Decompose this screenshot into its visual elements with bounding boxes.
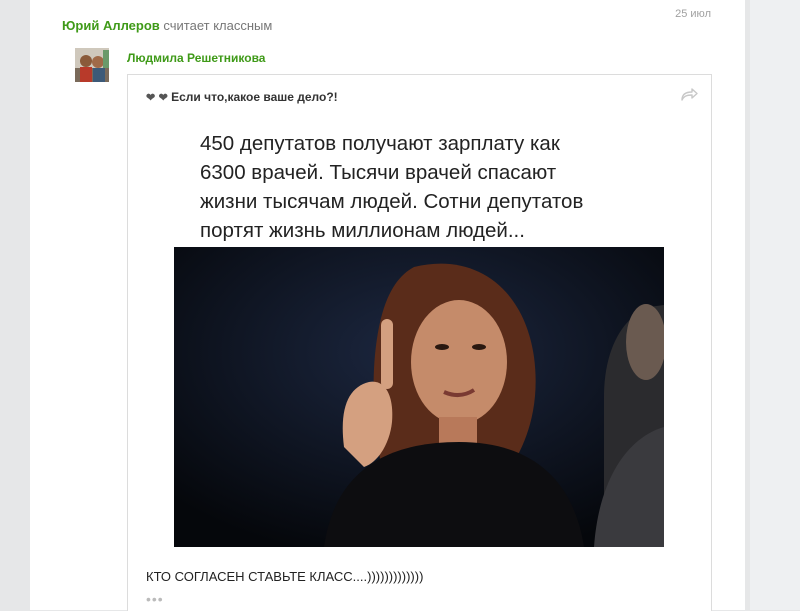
feed-panel: Юрий Аллеров считает классным 25 июл Люд… [30, 0, 745, 611]
post-card: ❤ ❤ Если что,какое ваше дело?! 450 депут… [127, 74, 712, 611]
post-date: 25 июл [675, 8, 711, 20]
post-header: ❤ ❤ Если что,какое ваше дело?! [128, 75, 711, 117]
more-options-icon[interactable]: ••• [146, 591, 164, 607]
activity-line: Юрий Аллеров считает классным [62, 18, 272, 33]
image-photo-area [174, 247, 666, 547]
heart-icon: ❤ [146, 92, 156, 104]
woman-photo [174, 247, 666, 547]
post-title[interactable]: ❤ ❤ Если что,какое ваше дело?! [146, 90, 338, 104]
image-caption-text: 450 депутатов получают зарплату как 6300… [200, 132, 584, 242]
author-name-link[interactable]: Людмила Решетникова [127, 51, 265, 65]
post-image[interactable]: 450 депутатов получают зарплату как 6300… [128, 117, 711, 557]
liker-name-link[interactable]: Юрий Аллеров [62, 18, 160, 33]
avatar-photo [75, 48, 109, 82]
post-title-text: Если что,какое ваше дело?! [171, 90, 338, 104]
author-avatar[interactable] [75, 48, 109, 82]
activity-action-text: считает классным [163, 18, 273, 33]
right-sidebar [750, 0, 800, 610]
heart-icon: ❤ [158, 92, 168, 104]
share-arrow-icon[interactable] [679, 85, 699, 105]
post-text: КТО СОГЛАСЕН СТАВЬТЕ КЛАСС....))))))))))… [146, 569, 424, 584]
